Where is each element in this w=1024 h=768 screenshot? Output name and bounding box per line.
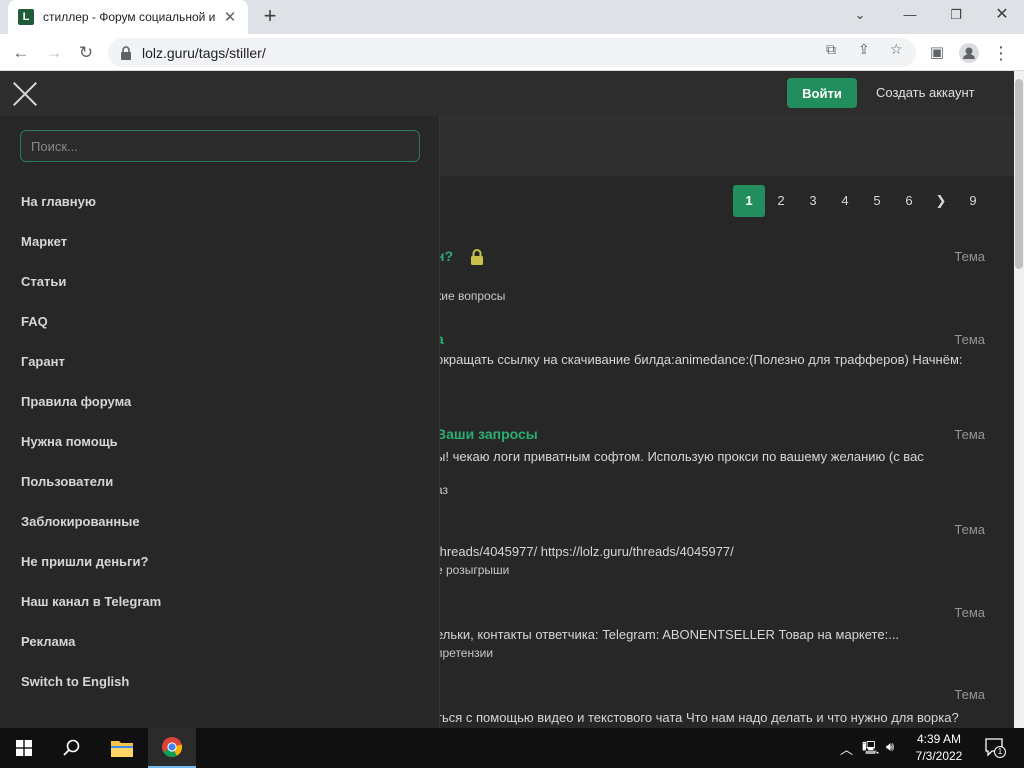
tray-overflow-chevron-icon[interactable]: ︿ [840, 739, 853, 758]
thread-title[interactable]: Ваши запросы [436, 426, 538, 442]
close-menu-icon[interactable] [12, 81, 38, 107]
thread-forum[interactable]: претензии [436, 646, 493, 660]
volume-icon[interactable]: 🔊︎ [886, 739, 894, 755]
menu-item-faq[interactable]: FAQ [21, 314, 48, 329]
tab-title: стиллер - Форум социальной и [43, 10, 216, 24]
thread-type: Тема [954, 332, 985, 347]
side-panel-icon[interactable]: ▣ [924, 40, 950, 66]
reload-icon[interactable]: ↻ [73, 40, 99, 66]
menu-item-guarantor[interactable]: Гарант [21, 354, 65, 369]
page-3-button[interactable]: 3 [797, 185, 829, 217]
taskbar: ︿ 🖳 🔊︎ 4:39 AM 7/3/2022 1 [0, 728, 1024, 768]
site-header: Войти Создать аккаунт [0, 71, 1014, 116]
menu-item-telegram[interactable]: Наш канал в Telegram [21, 594, 161, 609]
page-9-button[interactable]: 9 [957, 185, 989, 217]
menu-item-ads[interactable]: Реклама [21, 634, 75, 649]
thread-item[interactable]: threads/4045977/ https://lolz.guru/threa… [436, 520, 1010, 590]
search-input[interactable] [20, 130, 420, 162]
tab-close-icon[interactable]: ✕ [222, 8, 238, 26]
url-text: lolz.guru/tags/stiller/ [142, 44, 266, 61]
page-1-button[interactable]: 1 [733, 185, 765, 217]
thread-item[interactable]: ться с помощью видео и текстового чата Ч… [436, 685, 1010, 728]
address-bar[interactable]: lolz.guru/tags/stiller/ [108, 38, 916, 67]
file-explorer-icon[interactable] [98, 728, 146, 768]
back-icon[interactable]: ← [8, 40, 34, 66]
browser-tab-bar: L стиллер - Форум социальной и ✕ + ⌄ — ❐… [0, 0, 1024, 34]
forward-icon[interactable]: → [41, 40, 67, 66]
menu-item-home[interactable]: На главную [21, 194, 96, 209]
thread-lock-icon [471, 249, 483, 265]
thread-forum[interactable]: е розыгрыши [436, 563, 509, 577]
network-icon[interactable]: 🖳 [862, 739, 879, 761]
page-6-button[interactable]: 6 [893, 185, 925, 217]
thread-snippet: ельки, контакты ответчика: Telegram: ABO… [436, 627, 900, 642]
start-windows-icon[interactable] [0, 728, 48, 768]
menu-item-market[interactable]: Маркет [21, 234, 67, 249]
page-2-button[interactable]: 2 [765, 185, 797, 217]
next-page-icon[interactable]: ❯ [925, 185, 957, 217]
site-favicon-icon: L [18, 9, 34, 25]
page-4-button[interactable]: 4 [829, 185, 861, 217]
menu-item-language[interactable]: Switch to English [21, 674, 129, 689]
page-scrollbar[interactable] [1014, 71, 1024, 728]
thread-forum[interactable]: кие вопросы [436, 289, 505, 303]
browser-toolbar: ← → ↻ lolz.guru/tags/stiller/ ⧉ ⇪ ☆ ▣ ⋮ [0, 34, 1024, 71]
thread-type: Тема [954, 522, 985, 537]
menu-item-help[interactable]: Нужна помощь [21, 434, 118, 449]
chrome-taskbar-icon[interactable] [148, 728, 196, 768]
thread-snippet: ы! чекаю логи приватным софтом. Использу… [436, 449, 924, 464]
search-icon[interactable] [48, 728, 96, 768]
thread-item[interactable]: Ваши запросы ы! чекаю логи приватным соф… [436, 423, 1010, 503]
thread-type: Тема [954, 687, 985, 702]
menu-item-rules[interactable]: Правила форума [21, 394, 131, 409]
register-link[interactable]: Создать аккаунт [876, 85, 975, 100]
thread-type: Тема [954, 249, 985, 264]
page-5-button[interactable]: 5 [861, 185, 893, 217]
clock-date: 7/3/2022 [915, 749, 963, 763]
menu-item-articles[interactable]: Статьи [21, 274, 66, 289]
lock-icon [121, 45, 131, 60]
thread-item[interactable]: а окращать ссылку на скачивание билда:an… [436, 328, 1010, 408]
menu-item-banned[interactable]: Заблокированные [21, 514, 140, 529]
thread-snippet: threads/4045977/ https://lolz.guru/threa… [436, 544, 734, 559]
notification-count-badge: 1 [994, 746, 1006, 758]
thread-item[interactable]: н? кие вопросы Тема [436, 245, 1010, 315]
scrollbar-thumb[interactable] [1015, 79, 1023, 269]
minimize-icon[interactable]: — [888, 0, 932, 30]
translate-icon[interactable]: ⧉ [826, 41, 836, 58]
restore-icon[interactable]: ❐ [934, 0, 978, 30]
chrome-menu-icon[interactable]: ⋮ [988, 40, 1014, 66]
site-viewport: Войти Создать аккаунт 1 2 3 4 5 6 ❯ 9 н?… [0, 71, 1014, 728]
login-button[interactable]: Войти [787, 78, 857, 108]
system-clock[interactable]: 4:39 AM 7/3/2022 [910, 731, 968, 765]
thread-type: Тема [954, 427, 985, 442]
side-menu: На главную Маркет Статьи FAQ Гарант Прав… [0, 116, 440, 728]
menu-item-money-not-received[interactable]: Не пришли деньги? [21, 554, 148, 569]
new-tab-icon[interactable]: + [258, 5, 282, 29]
bookmark-star-icon[interactable]: ☆ [890, 41, 903, 58]
menu-item-users[interactable]: Пользователи [21, 474, 113, 489]
thread-snippet: ться с помощью видео и текстового чата Ч… [436, 710, 959, 725]
tab-search-chevron-icon[interactable]: ⌄ [838, 0, 882, 30]
clock-time: 4:39 AM [916, 732, 962, 746]
thread-snippet: окращать ссылку на скачивание билда:anim… [436, 352, 963, 367]
share-icon[interactable]: ⇪ [858, 41, 870, 58]
notification-center-icon[interactable]: 1 [984, 737, 1006, 760]
thread-type: Тема [954, 605, 985, 620]
thread-item[interactable]: ельки, контакты ответчика: Telegram: ABO… [436, 603, 1010, 673]
window-close-icon[interactable]: ✕ [980, 0, 1024, 30]
browser-tab[interactable]: L стиллер - Форум социальной и ✕ [8, 0, 248, 34]
profile-icon[interactable] [956, 40, 982, 66]
